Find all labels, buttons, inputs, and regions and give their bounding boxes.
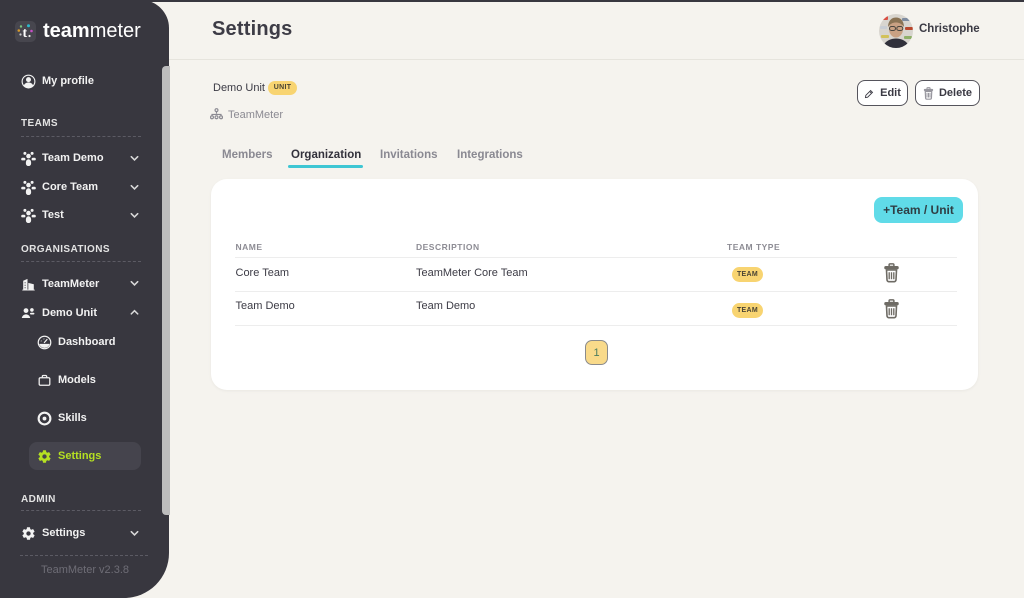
svg-text:t: t	[23, 26, 28, 41]
